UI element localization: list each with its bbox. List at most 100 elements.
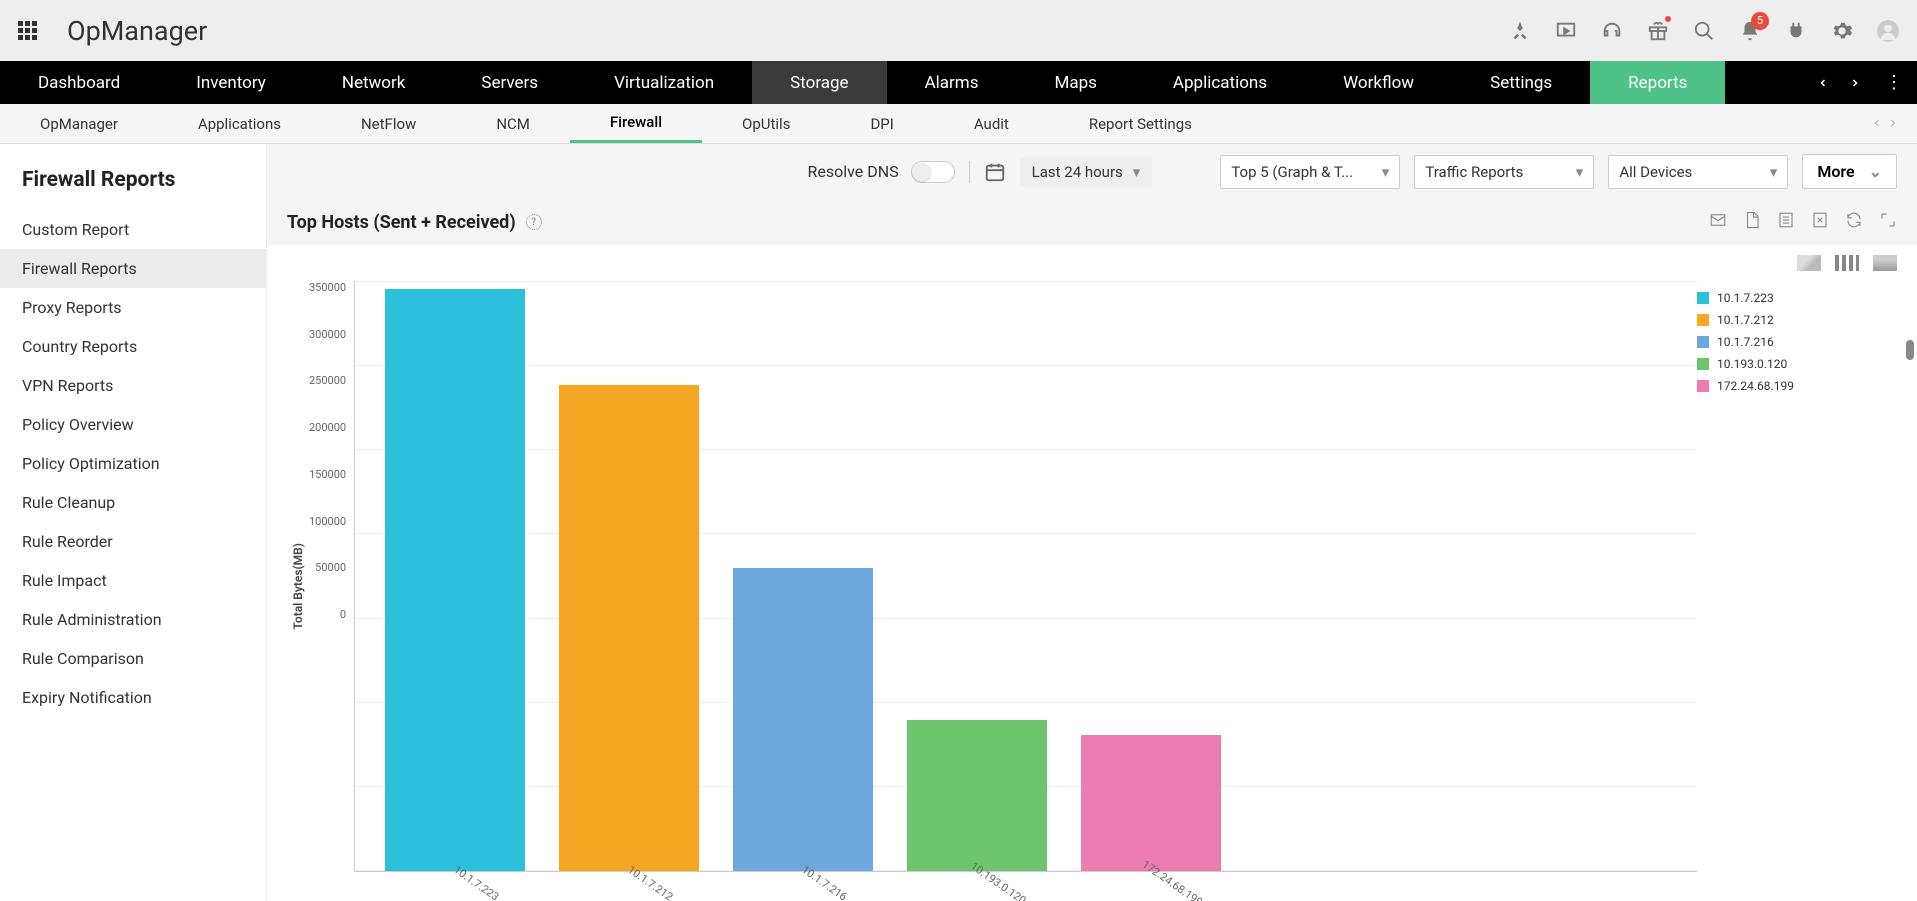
main-nav-dashboard[interactable]: Dashboard: [0, 61, 158, 104]
legend-item[interactable]: 10.1.7.216: [1697, 335, 1897, 349]
pdf-icon[interactable]: [1743, 211, 1761, 233]
sub-nav: OpManagerApplicationsNetFlowNCMFirewallO…: [0, 104, 1917, 144]
main-nav-storage[interactable]: Storage: [752, 61, 886, 104]
main-nav-inventory[interactable]: Inventory: [158, 61, 304, 104]
chart-panel: Top Hosts (Sent + Received) ? To: [267, 199, 1917, 901]
main-nav-settings[interactable]: Settings: [1452, 61, 1590, 104]
sidebar-item-rule-administration[interactable]: Rule Administration: [0, 600, 266, 639]
legend-item[interactable]: 10.193.0.120: [1697, 357, 1897, 371]
sidebar-item-custom-report[interactable]: Custom Report: [0, 210, 266, 249]
bar-10.1.7.223[interactable]: [385, 289, 525, 871]
sub-nav-dpi[interactable]: DPI: [830, 104, 933, 143]
gear-icon[interactable]: [1831, 20, 1853, 42]
sidebar-item-rule-impact[interactable]: Rule Impact: [0, 561, 266, 600]
sub-nav-arrows: [1871, 104, 1917, 143]
line-chart-icon[interactable]: [1797, 255, 1821, 271]
plug-icon[interactable]: [1785, 20, 1807, 42]
top-header-left: OpManager: [18, 15, 207, 47]
sub-nav-audit[interactable]: Audit: [934, 104, 1049, 143]
main-nav-servers[interactable]: Servers: [443, 61, 576, 104]
sidebar-item-policy-optimization[interactable]: Policy Optimization: [0, 444, 266, 483]
nav-prev-icon[interactable]: [1807, 61, 1839, 104]
time-range-value: Last 24 hours: [1032, 163, 1123, 181]
nav-next-icon[interactable]: [1839, 61, 1871, 104]
report-type-select[interactable]: Traffic Reports▾: [1414, 155, 1594, 189]
sidebar: Firewall Reports Custom ReportFirewall R…: [0, 144, 267, 901]
resolve-dns-toggle[interactable]: [911, 161, 955, 183]
topn-select[interactable]: Top 5 (Graph & T...▾: [1220, 155, 1400, 189]
sub-nav-ncm[interactable]: NCM: [456, 104, 570, 143]
bar-chart-icon[interactable]: [1835, 255, 1859, 271]
device-select[interactable]: All Devices▾: [1608, 155, 1788, 189]
sidebar-item-expiry-notification[interactable]: Expiry Notification: [0, 678, 266, 717]
main-nav-network[interactable]: Network: [304, 61, 444, 104]
toolbar: Resolve DNS Last 24 hours ▾ Top 5 (Graph…: [267, 144, 1917, 199]
bar-172.24.68.199[interactable]: [1081, 735, 1221, 871]
calendar-icon[interactable]: [984, 161, 1006, 183]
avatar-icon[interactable]: [1877, 20, 1899, 42]
presentation-icon[interactable]: [1555, 20, 1577, 42]
plot-area: [354, 281, 1697, 872]
subnav-next-icon[interactable]: [1887, 114, 1899, 133]
xls-icon[interactable]: [1811, 211, 1829, 233]
search-icon[interactable]: [1693, 20, 1715, 42]
sidebar-item-policy-overview[interactable]: Policy Overview: [0, 405, 266, 444]
chart-plot: Total Bytes(MB) 350000300000250000200000…: [287, 281, 1697, 891]
main-nav-reports[interactable]: Reports: [1590, 61, 1725, 104]
legend-item[interactable]: 172.24.68.199: [1697, 379, 1897, 393]
rocket-icon[interactable]: [1509, 20, 1531, 42]
main-nav: DashboardInventoryNetworkServersVirtuali…: [0, 61, 1917, 104]
body-area: Firewall Reports Custom ReportFirewall R…: [0, 144, 1917, 901]
sidebar-item-firewall-reports[interactable]: Firewall Reports: [0, 249, 266, 288]
main-content: Resolve DNS Last 24 hours ▾ Top 5 (Graph…: [267, 144, 1917, 901]
main-nav-applications[interactable]: Applications: [1135, 61, 1305, 104]
chart-header: Top Hosts (Sent + Received) ?: [267, 199, 1917, 245]
bell-icon[interactable]: 5: [1739, 20, 1761, 42]
sidebar-item-rule-comparison[interactable]: Rule Comparison: [0, 639, 266, 678]
sidebar-title: Firewall Reports: [0, 144, 266, 210]
divider: [969, 161, 970, 183]
bar-10.1.7.216[interactable]: [733, 568, 873, 871]
headset-icon[interactable]: [1601, 20, 1623, 42]
y-axis-label: Total Bytes(MB): [287, 543, 309, 630]
scrollbar-handle[interactable]: [1906, 340, 1914, 360]
help-icon[interactable]: ?: [526, 214, 542, 230]
area-chart-icon[interactable]: [1873, 255, 1897, 271]
main-nav-workflow[interactable]: Workflow: [1305, 61, 1452, 104]
main-nav-virtualization[interactable]: Virtualization: [576, 61, 752, 104]
top-header-right: 5: [1509, 20, 1899, 42]
resolve-dns-label: Resolve DNS: [808, 162, 899, 181]
sub-nav-firewall[interactable]: Firewall: [570, 104, 702, 143]
app-title: OpManager: [67, 15, 207, 47]
refresh-icon[interactable]: [1845, 211, 1863, 233]
legend-item[interactable]: 10.1.7.212: [1697, 313, 1897, 327]
sidebar-item-rule-reorder[interactable]: Rule Reorder: [0, 522, 266, 561]
mail-icon[interactable]: [1709, 211, 1727, 233]
sub-nav-netflow[interactable]: NetFlow: [321, 104, 456, 143]
sub-nav-report-settings[interactable]: Report Settings: [1049, 104, 1232, 143]
more-button[interactable]: More⌄: [1802, 154, 1897, 189]
y-axis: 3500003000002500002000001500001000005000…: [309, 281, 354, 621]
time-range-dropdown[interactable]: Last 24 hours ▾: [1020, 157, 1153, 187]
main-nav-controls: ⋮: [1807, 61, 1917, 104]
subnav-prev-icon[interactable]: [1871, 114, 1883, 133]
sidebar-item-proxy-reports[interactable]: Proxy Reports: [0, 288, 266, 327]
nav-kebab-icon[interactable]: ⋮: [1871, 61, 1917, 104]
main-nav-alarms[interactable]: Alarms: [887, 61, 1017, 104]
main-nav-maps[interactable]: Maps: [1016, 61, 1134, 104]
sub-nav-applications[interactable]: Applications: [158, 104, 321, 143]
legend-item[interactable]: 10.1.7.223: [1697, 291, 1897, 305]
chart-actions: [1709, 211, 1897, 233]
sidebar-item-vpn-reports[interactable]: VPN Reports: [0, 366, 266, 405]
sidebar-item-country-reports[interactable]: Country Reports: [0, 327, 266, 366]
sidebar-item-rule-cleanup[interactable]: Rule Cleanup: [0, 483, 266, 522]
app-grid-icon[interactable]: [18, 21, 37, 40]
gift-icon[interactable]: [1647, 20, 1669, 42]
bar-10.193.0.120[interactable]: [907, 720, 1047, 871]
csv-icon[interactable]: [1777, 211, 1795, 233]
bar-10.1.7.212[interactable]: [559, 385, 699, 871]
sub-nav-opmanager[interactable]: OpManager: [0, 104, 158, 143]
chart-legend: 10.1.7.223 10.1.7.212 10.1.7.216 10.193.0.1…: [1697, 281, 1897, 891]
sub-nav-oputils[interactable]: OpUtils: [702, 104, 830, 143]
expand-icon[interactable]: [1879, 211, 1897, 233]
